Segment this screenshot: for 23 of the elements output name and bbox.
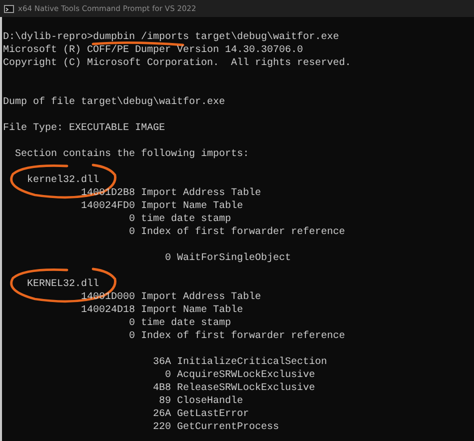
- output-line: Microsoft (R) COFF/PE Dumper Version 14.30.30706.0: [3, 44, 304, 57]
- output-line: 0 Index of first forwarder reference: [128, 330, 346, 343]
- output-line: File Type: EXECUTABLE IMAGE: [3, 122, 166, 135]
- output-line: 36A InitializeCriticalSection: [152, 356, 328, 369]
- output-line: 0 time date stamp: [128, 317, 232, 330]
- output-line: 220 GetCurrentProcess: [152, 421, 280, 434]
- output-line: 4B8 ReleaseSRWLockExclusive: [152, 382, 316, 395]
- output-line: 0 Index of first forwarder reference: [128, 226, 346, 239]
- output-line: 89 CloseHandle: [158, 395, 244, 408]
- output-line: Copyright (C) Microsoft Corporation. All rights reserved.: [3, 57, 352, 70]
- output-line: kernel32.dll: [26, 174, 100, 187]
- output-line: Dump of file target\debug\waitfor.exe: [3, 96, 226, 109]
- console-icon: [4, 4, 14, 12]
- output-line: 26A GetLastError: [152, 408, 250, 421]
- command-text: dumpbin /imports target\debug\waitfor.exe: [93, 31, 340, 44]
- output-line: 0 time date stamp: [128, 213, 232, 226]
- output-line: KERNEL32.dll: [26, 278, 100, 291]
- output-line: 0 AcquireSRWLockExclusive: [164, 369, 316, 382]
- output-line: 140024FD0 Import Name Table: [80, 200, 244, 213]
- output-line: 0 WaitForSingleObject: [164, 252, 292, 265]
- prompt-text: D:\dylib-repro>: [3, 31, 94, 44]
- output-line: Section contains the following imports:: [14, 148, 250, 161]
- output-line: 140024D18 Import Name Table: [80, 304, 244, 317]
